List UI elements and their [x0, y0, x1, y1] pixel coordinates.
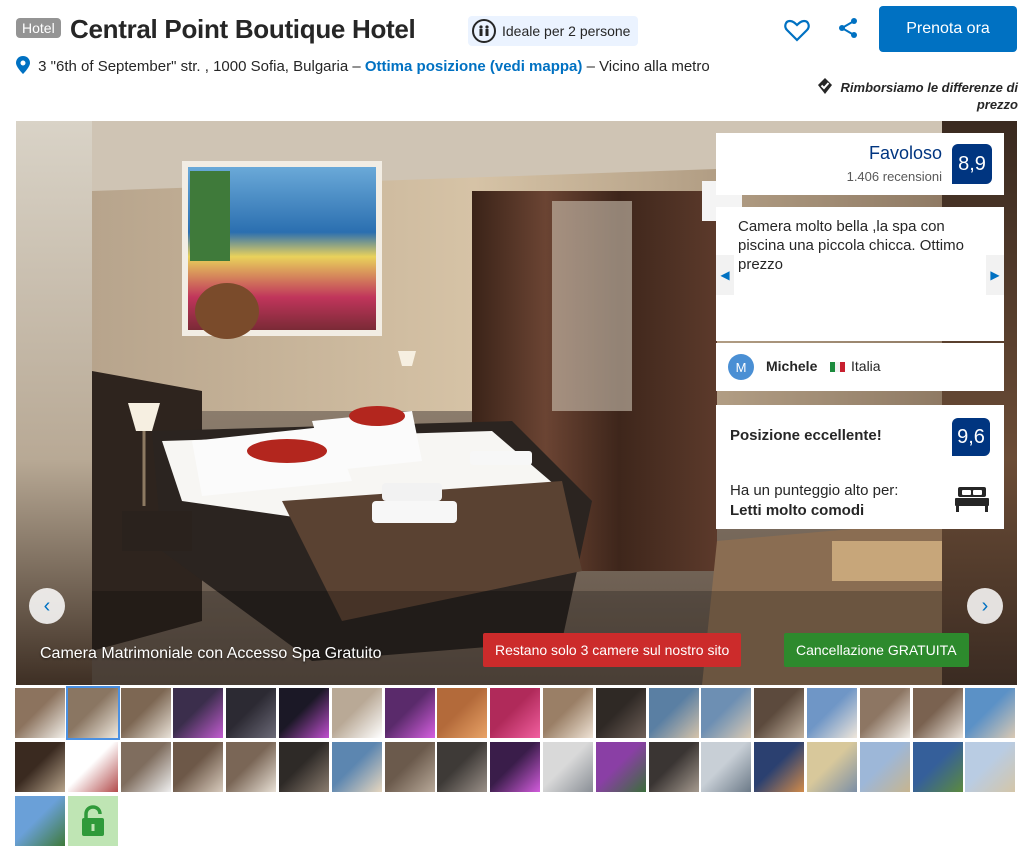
thumbnail[interactable] — [859, 742, 910, 792]
thumbnail[interactable] — [15, 796, 65, 846]
property-type-badge: Hotel — [16, 18, 61, 38]
chevron-left-icon: ‹ — [43, 594, 51, 617]
lock-icon — [81, 805, 104, 836]
review-text: Camera molto bella ,la spa con piscina u… — [738, 218, 964, 273]
rating-score: 8,9 — [952, 144, 992, 184]
thumbnail[interactable] — [437, 742, 488, 792]
thumbnail[interactable] — [173, 742, 224, 792]
couple-icon — [472, 19, 496, 43]
thumbnail[interactable] — [279, 688, 329, 738]
thumbnail[interactable] — [490, 742, 541, 792]
next-photo-button[interactable]: › — [967, 588, 1003, 624]
thumbnail[interactable] — [701, 742, 752, 792]
price-match-note[interactable]: Rimborsiamo le differenze di prezzo — [780, 78, 1018, 113]
thumbnail[interactable] — [65, 686, 120, 740]
room-photo[interactable] — [92, 121, 942, 685]
photo-gallery[interactable]: ‹ › Camera Matrimoniale con Accesso Spa … — [16, 121, 1017, 685]
address-text: 3 "6th of September" str. , 1000 Sofia, … — [38, 58, 361, 75]
thumbnail[interactable] — [120, 688, 171, 738]
reviewer-name: Michele — [766, 358, 818, 374]
thumbnail[interactable] — [754, 742, 805, 792]
hotel-title: Central Point Boutique Hotel — [70, 14, 416, 44]
caret-left-icon: ◀ — [720, 268, 730, 282]
thumbnail[interactable] — [965, 742, 1016, 792]
address-suffix: – Vicino alla metro — [586, 58, 710, 75]
review-count: 1.406 recensioni — [846, 169, 942, 184]
scarcity-tag: Restano solo 3 camere sul nostro sito — [483, 633, 742, 667]
unlock-photos-button[interactable] — [67, 796, 118, 846]
highlight-label: Ha un punteggio alto per: — [730, 482, 899, 499]
thumbnail[interactable] — [279, 742, 329, 792]
next-review-button[interactable]: ▶ — [986, 255, 1004, 295]
thumbnail[interactable] — [331, 688, 382, 738]
reviewer-info: M Michele Italia — [716, 343, 1004, 391]
location-score-card: Posizione eccellente! 9,6 Ha un punteggi… — [716, 405, 1004, 529]
rating-word: Favoloso — [868, 143, 942, 163]
reviewer-country: Italia — [851, 358, 881, 374]
thumbnail[interactable] — [595, 688, 646, 738]
thumbnail[interactable] — [859, 688, 910, 738]
thumbnail[interactable] — [648, 742, 699, 792]
thumbnail[interactable] — [595, 742, 646, 792]
thumbnail[interactable] — [15, 688, 65, 738]
thumbnail[interactable] — [754, 688, 805, 738]
thumbnail[interactable] — [648, 688, 699, 738]
bed-icon — [955, 487, 989, 512]
thumbnail[interactable] — [543, 742, 593, 792]
price-match-label: Rimborsiamo le differenze di prezzo — [840, 80, 1018, 112]
thumbnail[interactable] — [15, 742, 65, 792]
chevron-right-icon: › — [981, 594, 989, 617]
prev-photo-button[interactable]: ‹ — [29, 588, 65, 624]
heart-icon[interactable] — [783, 16, 811, 44]
thumbnail[interactable] — [173, 688, 224, 738]
thumbnail[interactable] — [701, 688, 752, 738]
italy-flag-icon — [830, 362, 845, 372]
thumbnail[interactable] — [384, 742, 435, 792]
hotel-header: Hotel Central Point Boutique Hotel Ideal… — [16, 14, 776, 46]
thumbnail[interactable] — [490, 688, 541, 738]
map-pin-icon — [16, 56, 30, 74]
thumbnail[interactable] — [965, 688, 1016, 738]
ideal-for-badge: Ideale per 2 persone — [468, 16, 639, 46]
thumbnail[interactable] — [331, 742, 382, 792]
ideal-for-label: Ideale per 2 persone — [502, 23, 631, 39]
avatar: M — [728, 354, 754, 380]
rating-card[interactable]: Favoloso 1.406 recensioni 8,9 — [716, 133, 1004, 195]
reserve-button[interactable]: Prenota ora — [879, 6, 1017, 52]
thumbnail[interactable] — [226, 742, 277, 792]
thumbnail[interactable] — [437, 688, 488, 738]
thumbnail[interactable] — [120, 742, 171, 792]
photo-caption: Camera Matrimoniale con Accesso Spa Grat… — [40, 645, 382, 662]
thumbnail[interactable] — [912, 742, 963, 792]
thumbnail[interactable] — [807, 688, 857, 738]
thumbnail[interactable] — [543, 688, 593, 738]
share-icon[interactable] — [836, 16, 860, 40]
thumbnail[interactable] — [912, 688, 963, 738]
free-cancellation-tag: Cancellazione GRATUITA — [784, 633, 969, 667]
highlight-block: Ha un punteggio alto per: Letti molto co… — [730, 481, 898, 521]
location-title: Posizione eccellente! — [730, 427, 882, 444]
thumbnail[interactable] — [807, 742, 857, 792]
thumbnail[interactable] — [226, 688, 277, 738]
caret-right-icon: ▶ — [990, 268, 1000, 282]
map-link[interactable]: Ottima posizione (vedi mappa) — [365, 58, 583, 75]
prev-review-button[interactable]: ◀ — [716, 255, 734, 295]
location-score: 9,6 — [952, 418, 990, 456]
thumbnail[interactable] — [67, 742, 118, 792]
review-card: ◀ Camera molto bella ,la spa con piscina… — [716, 207, 1004, 341]
thumbnail[interactable] — [384, 688, 435, 738]
highlight-value: Letti molto comodi — [730, 502, 865, 519]
shield-check-icon — [817, 78, 832, 94]
address-row: 3 "6th of September" str. , 1000 Sofia, … — [16, 56, 756, 78]
